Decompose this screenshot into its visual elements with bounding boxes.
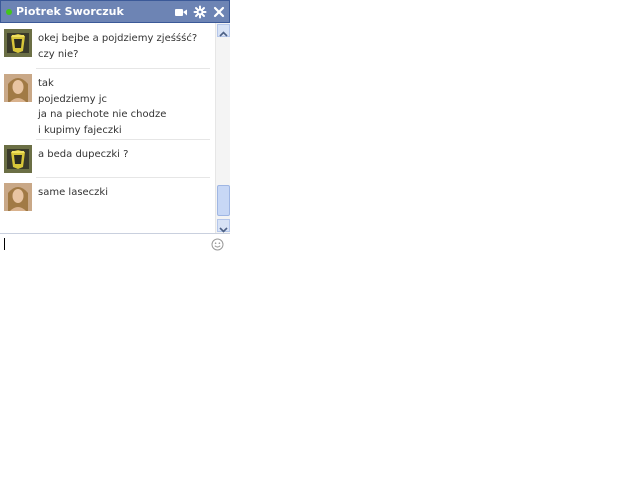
smiley-icon[interactable] — [211, 238, 224, 251]
message-line: i kupimy fajeczki — [38, 124, 122, 136]
message-text: okej bejbe a pojdziemy zjeśśść? czy nie? — [38, 31, 210, 62]
self-avatar[interactable] — [4, 183, 32, 211]
message-line: same laseczki — [38, 187, 108, 198]
chat-message-input[interactable] — [6, 236, 206, 252]
message-group: okej bejbe a pojdziemy zjeśśść? czy nie? — [0, 23, 214, 68]
text-caret — [4, 238, 5, 250]
chat-input-area[interactable] — [0, 233, 230, 254]
message-line: okej bejbe a pojdziemy zjeśśść? — [38, 33, 198, 44]
contact-avatar[interactable] — [4, 29, 32, 57]
gear-icon[interactable] — [193, 5, 207, 19]
scroll-thumb[interactable] — [217, 185, 230, 216]
chevron-up-icon — [219, 31, 228, 37]
message-group: same laseczki — [0, 177, 214, 233]
message-list[interactable]: okej bejbe a pojdziemy zjeśśść? czy nie?… — [0, 23, 214, 233]
message-line: ja na piechote nie chodze — [38, 109, 167, 120]
contact-avatar[interactable] — [4, 145, 32, 173]
video-call-icon[interactable] — [174, 5, 188, 19]
scroll-down-button[interactable] — [217, 219, 230, 233]
chat-titlebar[interactable]: Piotrek Sworczuk — [0, 0, 230, 23]
message-line: tak — [38, 78, 54, 89]
message-line: pojedziemy jc — [38, 93, 108, 105]
chat-window: Piotrek Sworczuk okej bejbe a pojdziemy … — [0, 0, 230, 254]
online-status-icon — [6, 9, 12, 15]
message-text: tak pojedziemy jc ja na piechote nie cho… — [38, 76, 210, 138]
message-line: czy nie? — [38, 48, 79, 60]
self-avatar[interactable] — [4, 74, 32, 102]
close-icon[interactable] — [212, 5, 226, 19]
message-scrollbar[interactable] — [215, 23, 230, 233]
message-text: a beda dupeczki ? — [38, 147, 210, 163]
contact-name[interactable]: Piotrek Sworczuk — [16, 5, 124, 19]
message-line: a beda dupeczki ? — [38, 149, 129, 160]
message-group: a beda dupeczki ? — [0, 139, 214, 177]
message-group: tak pojedziemy jc ja na piechote nie cho… — [0, 68, 214, 139]
scroll-up-button[interactable] — [217, 24, 230, 37]
message-text: same laseczki — [38, 185, 210, 201]
